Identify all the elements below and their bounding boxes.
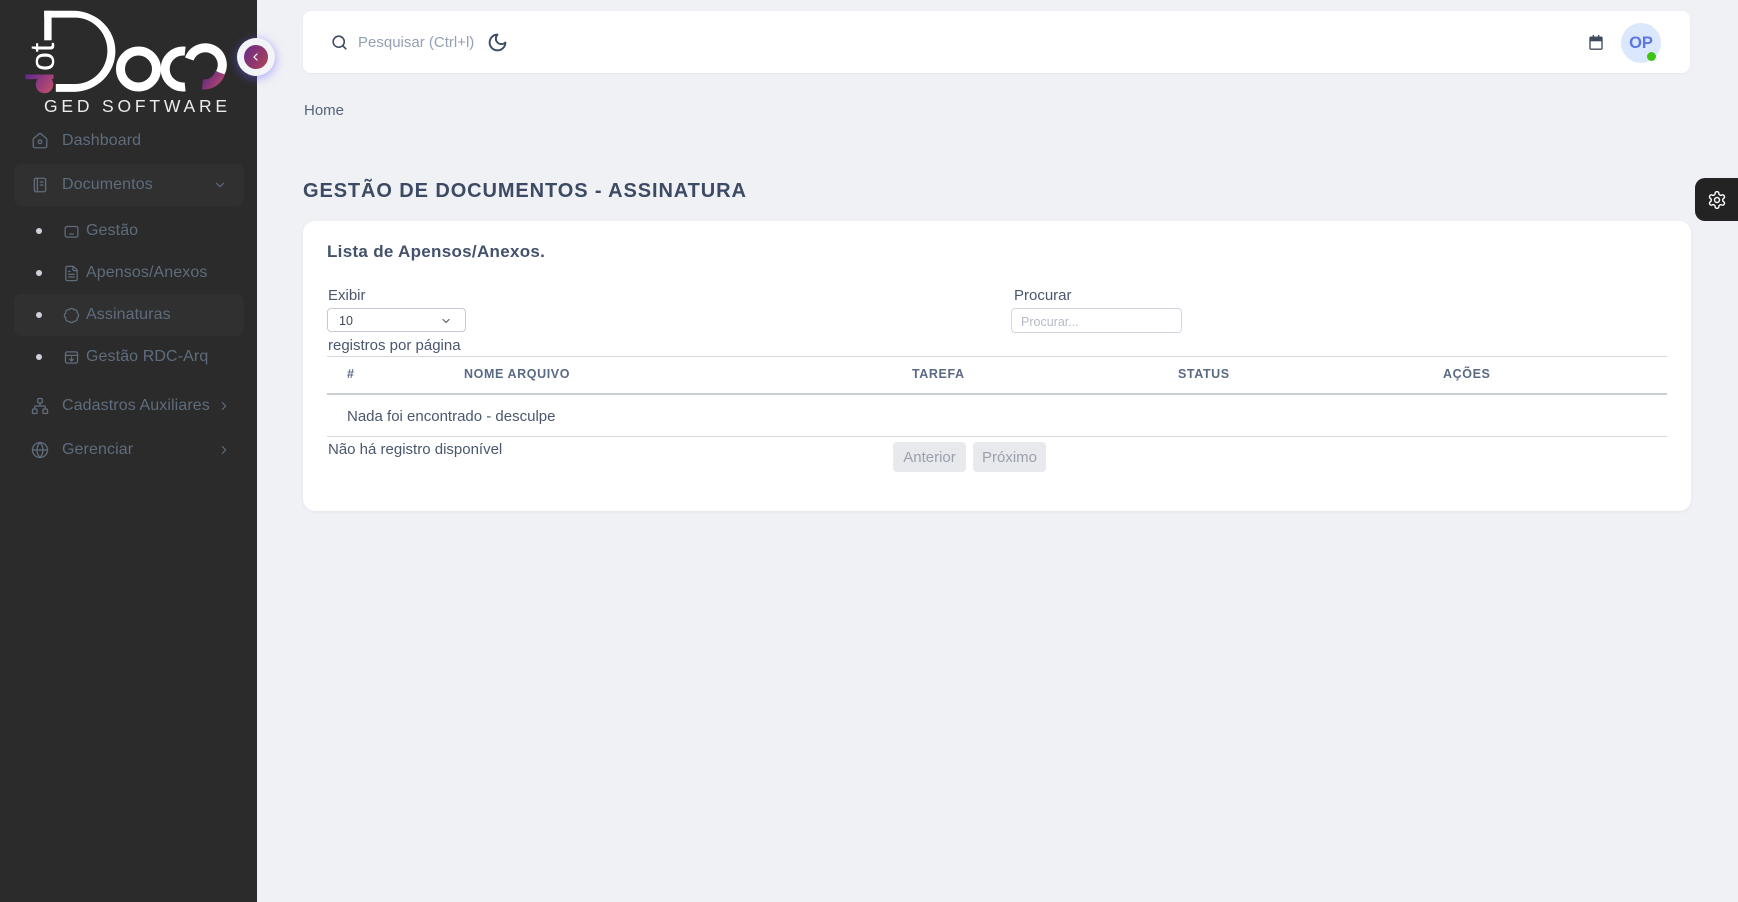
svg-text:GED SOFTWARE: GED SOFTWARE	[44, 96, 231, 116]
svg-text:ot: ot	[24, 42, 62, 71]
